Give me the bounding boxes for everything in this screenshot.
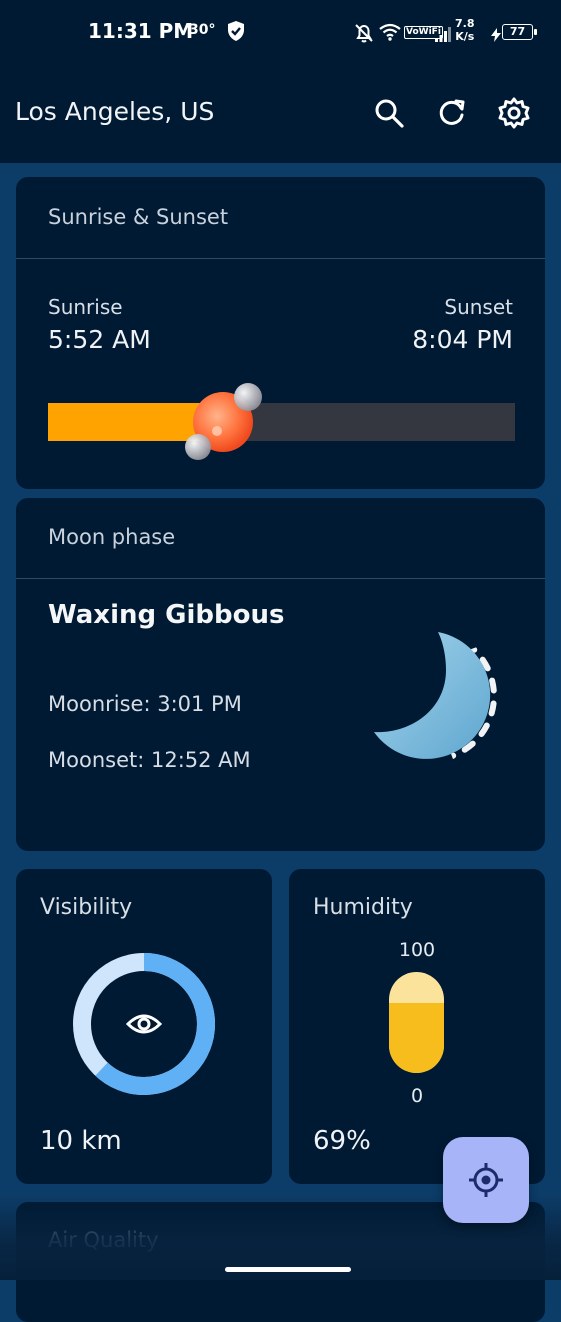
day-progress-track [48,403,515,441]
visibility-card: Visibility 10 km [16,869,272,1184]
gesture-nav-handle[interactable] [225,1267,351,1272]
divider [16,578,545,579]
network-speed-value: 7.8 [455,17,475,30]
moon-phase-card: Moon phase Waxing Gibbous Moonrise: 3:01… [16,498,545,851]
signal-icon [435,25,451,47]
card-title: Air Quality [48,1228,159,1252]
network-speed: 7.8 K/s [455,17,475,43]
humidity-gauge [389,972,444,1073]
app-bar: 11:31 PM 30° VoWiFi 7.8 K/s 77 Los Angel… [0,0,561,163]
sun-icon [185,383,262,460]
settings-icon[interactable] [497,96,531,130]
battery-icon: 77 [502,24,537,40]
sunrise-time: 5:52 AM [48,325,151,354]
notifications-off-icon [353,22,375,49]
card-title: Sunrise & Sunset [48,205,229,229]
card-title: Moon phase [48,525,176,549]
moon-phase-name: Waxing Gibbous [48,600,285,630]
location-title: Los Angeles, US [15,97,215,126]
humidity-scale-max: 100 [398,939,436,961]
status-bar: 11:31 PM 30° VoWiFi 7.8 K/s 77 [0,0,561,64]
status-time: 11:31 PM [88,19,194,43]
search-icon[interactable] [372,96,406,130]
sunrise-sunset-card: Sunrise & Sunset Sunrise 5:52 AM Sunset … [16,177,545,489]
eye-icon [125,1010,163,1042]
refresh-icon[interactable] [435,96,469,130]
divider [16,258,545,259]
status-temperature: 30° [189,22,216,38]
visibility-value: 10 km [40,1126,122,1156]
network-speed-unit: K/s [455,30,475,43]
sunrise-label: Sunrise [48,295,123,319]
shield-icon [226,20,246,47]
sunset-label: Sunset [444,295,513,319]
card-title: Humidity [313,895,413,920]
moonset-time: Moonset: 12:52 AM [48,748,251,772]
my-location-button[interactable] [443,1137,529,1223]
wifi-icon [379,23,401,46]
charging-icon [491,25,501,47]
humidity-gauge-fill [389,1003,444,1073]
sunset-time: 8:04 PM [412,325,513,354]
card-title: Visibility [40,895,133,920]
moon-icon [374,632,497,762]
moonrise-time: Moonrise: 3:01 PM [48,692,242,716]
humidity-scale-min: 0 [410,1085,424,1107]
status-icons: VoWiFi 7.8 K/s 77 [350,17,550,47]
my-location-icon [467,1161,505,1203]
humidity-value: 69% [313,1126,371,1156]
